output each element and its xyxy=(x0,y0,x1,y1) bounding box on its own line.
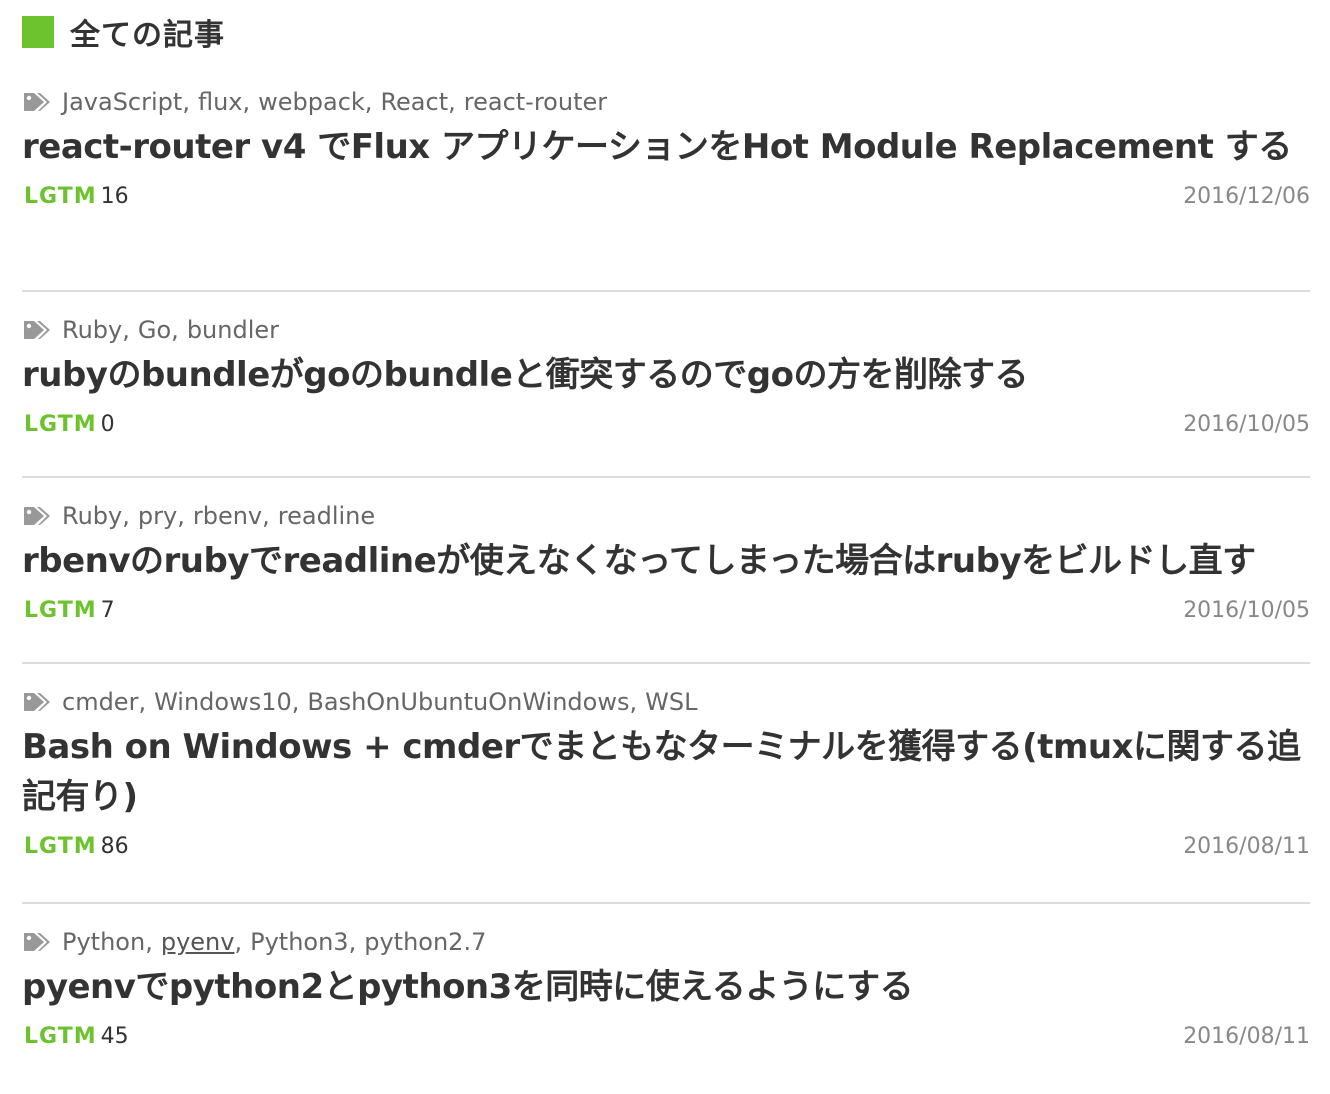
tag-link[interactable]: Windows10 xyxy=(154,688,292,716)
tag-link[interactable]: readline xyxy=(278,502,375,530)
tag-separator: , xyxy=(364,88,373,116)
articles-page: 全ての記事 JavaScript, flux, webpack, React, reac… xyxy=(0,0,1330,1056)
tag-separator: , xyxy=(122,502,130,530)
tag-link[interactable]: JavaScript xyxy=(62,88,182,116)
section-header: 全ての記事 xyxy=(22,0,1310,64)
lgtm-counter: LGTM 16 xyxy=(22,184,129,209)
article-date: 2016/12/06 xyxy=(1183,183,1310,209)
article-item: Ruby, Go, bundler rubyのbundleがgoのbundleと衝突す… xyxy=(22,292,1310,478)
tag-link[interactable]: Python xyxy=(62,928,145,956)
lgtm-counter: LGTM 45 xyxy=(22,1024,129,1049)
article-meta: LGTM 86 2016/08/11 xyxy=(22,826,1310,866)
article-date: 2016/08/11 xyxy=(1183,833,1310,859)
lgtm-counter: LGTM 0 xyxy=(22,412,115,437)
article-meta: LGTM 16 2016/12/06 xyxy=(22,176,1310,216)
section-marker xyxy=(22,16,54,48)
tag-link[interactable]: pyenv xyxy=(161,928,235,956)
tag-separator: , xyxy=(242,88,251,116)
tag-separator: , xyxy=(291,688,300,716)
lgtm-label: LGTM xyxy=(24,411,97,437)
tag-separator: , xyxy=(138,688,147,716)
lgtm-counter: LGTM 7 xyxy=(22,598,115,623)
tag-link[interactable]: python2.7 xyxy=(364,928,486,956)
tag-separator: , xyxy=(177,502,185,530)
lgtm-counter: LGTM 86 xyxy=(22,834,129,859)
article-tags: cmder, Windows10, BashOnUbuntuOnWindows, WS… xyxy=(22,686,1310,718)
article-title-link[interactable]: Bash on Windows + cmderでまともなターミナルを獲得する(t… xyxy=(22,722,1310,822)
article-date: 2016/08/11 xyxy=(1183,1023,1310,1049)
tag-link[interactable]: rbenv xyxy=(193,502,262,530)
tags-icon xyxy=(22,690,52,714)
article-title-link[interactable]: pyenvでpython2とpython3を同時に使えるようにする xyxy=(22,962,1310,1012)
tag-separator: , xyxy=(348,928,357,956)
article-item: cmder, Windows10, BashOnUbuntuOnWindows, WS… xyxy=(22,664,1310,904)
tag-link[interactable]: pry xyxy=(138,502,177,530)
tags-icon xyxy=(22,930,52,954)
tag-link[interactable]: Ruby xyxy=(62,316,122,344)
tag-link[interactable]: flux xyxy=(198,88,243,116)
article-item: Python, pyenv, Python3, python2.7 pyenvでpyth… xyxy=(22,904,1310,1094)
article-title-link[interactable]: rubyのbundleがgoのbundleと衝突するのでgoの方を削除する xyxy=(22,350,1310,400)
tag-link[interactable]: cmder xyxy=(62,688,138,716)
section-title: 全ての記事 xyxy=(70,18,225,53)
tag-link[interactable]: Python3 xyxy=(250,928,348,956)
lgtm-label: LGTM xyxy=(24,183,97,209)
article-tags: Ruby, pry, rbenv, readline xyxy=(22,500,1310,532)
tag-link[interactable]: BashOnUbuntuOnWindows xyxy=(307,688,629,716)
lgtm-count: 86 xyxy=(100,833,129,859)
tag-link[interactable]: Go xyxy=(138,316,171,344)
tag-link[interactable]: WSL xyxy=(645,688,697,716)
tag-separator: , xyxy=(234,928,243,956)
article-meta: LGTM 7 2016/10/05 xyxy=(22,590,1310,630)
article-title-link[interactable]: rbenvのrubyでreadlineが使えなくなってしまった場合はrubyをビ… xyxy=(22,536,1310,586)
tag-link[interactable]: webpack xyxy=(258,88,365,116)
article-tags: Python, pyenv, Python3, python2.7 xyxy=(22,926,1310,958)
article-item: Ruby, pry, rbenv, readline rbenvのrubyでreadli… xyxy=(22,478,1310,664)
article-meta: LGTM 0 2016/10/05 xyxy=(22,404,1310,444)
article-title-link[interactable]: react-router v4 でFlux アプリケーションをHot Modul… xyxy=(22,122,1310,172)
tag-separator: , xyxy=(448,88,456,116)
article-tags: JavaScript, flux, webpack, React, react-rout… xyxy=(22,86,1310,118)
tag-link[interactable]: bundler xyxy=(187,316,279,344)
lgtm-count: 0 xyxy=(100,411,115,437)
lgtm-label: LGTM xyxy=(24,833,97,859)
tag-separator: , xyxy=(182,88,190,116)
tag-separator: , xyxy=(262,502,270,530)
lgtm-count: 45 xyxy=(100,1023,129,1049)
lgtm-count: 16 xyxy=(100,183,129,209)
tag-link[interactable]: React xyxy=(380,88,448,116)
lgtm-count: 7 xyxy=(100,597,115,623)
tags-icon xyxy=(22,318,52,342)
lgtm-label: LGTM xyxy=(24,597,97,623)
article-meta: LGTM 45 2016/08/11 xyxy=(22,1016,1310,1056)
lgtm-label: LGTM xyxy=(24,1023,97,1049)
article-list: JavaScript, flux, webpack, React, react-rout… xyxy=(22,64,1310,1094)
tag-separator: , xyxy=(629,688,638,716)
article-item: JavaScript, flux, webpack, React, react-rout… xyxy=(22,64,1310,292)
tag-separator: , xyxy=(145,928,153,956)
tag-link[interactable]: Ruby xyxy=(62,502,122,530)
article-date: 2016/10/05 xyxy=(1183,411,1310,437)
tags-icon xyxy=(22,504,52,528)
tags-icon xyxy=(22,90,52,114)
tag-separator: , xyxy=(122,316,130,344)
article-tags: Ruby, Go, bundler xyxy=(22,314,1310,346)
article-date: 2016/10/05 xyxy=(1183,597,1310,623)
tag-separator: , xyxy=(171,316,179,344)
tag-link[interactable]: react-router xyxy=(464,88,607,116)
